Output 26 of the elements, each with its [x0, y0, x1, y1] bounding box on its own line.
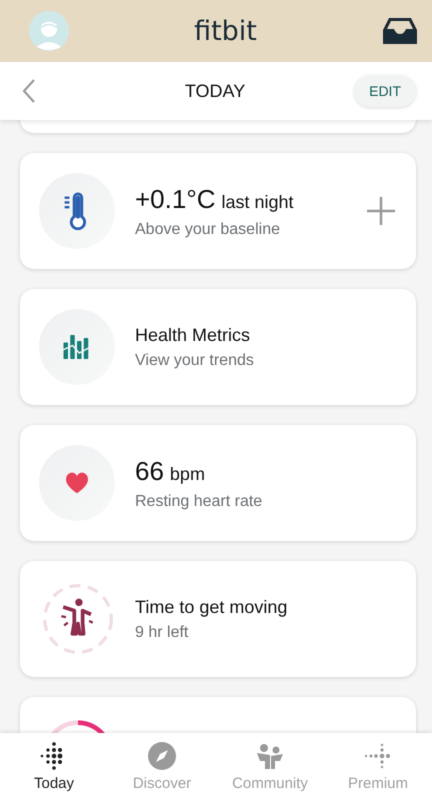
dots-logo-icon [363, 741, 393, 771]
tile-card[interactable]: Health Metrics View your trends [20, 289, 416, 405]
heart-icon [64, 471, 90, 495]
compass-icon [147, 741, 177, 771]
metric-unit: bpm [170, 464, 205, 484]
back-icon[interactable] [22, 78, 36, 104]
card-title: Health Metrics [135, 324, 252, 346]
people-icon [255, 741, 285, 771]
edit-button[interactable]: EDIT [354, 75, 416, 107]
card-title: Time to get moving [135, 596, 288, 618]
page-title: TODAY [184, 80, 246, 102]
tile-card[interactable]: 66 bpm Resting heart rate [20, 425, 416, 541]
card-subtitle: Resting heart rate [135, 492, 264, 510]
app-logo: fitbit [194, 16, 257, 46]
add-icon[interactable] [366, 196, 396, 226]
metric-unit: last night [222, 192, 294, 212]
metric-value: 66 [135, 456, 164, 486]
card-subtitle: View your trends [135, 352, 255, 370]
metric-value: +0.1°C [135, 184, 216, 214]
inbox-icon[interactable] [382, 16, 418, 46]
moving-person-icon [41, 582, 115, 656]
card-subtitle: 9 hr left [135, 624, 190, 642]
nav-tab[interactable]: Today [4, 741, 104, 792]
card-subtitle: Above your baseline [135, 220, 281, 238]
tile-card[interactable]: +0.1°C last night Above your baseline [20, 153, 416, 269]
tile-card[interactable]: Time to get moving 9 hr left [20, 561, 416, 677]
